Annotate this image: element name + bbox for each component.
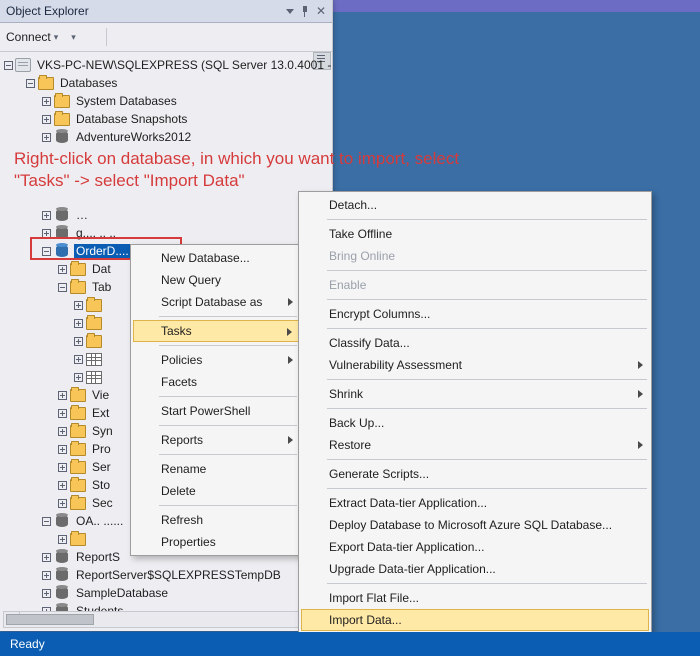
databases-label: Databases <box>58 76 119 90</box>
submenu-arrow-icon <box>288 298 293 306</box>
submenu-arrow-icon <box>638 390 643 398</box>
panel-title-bar[interactable]: Object Explorer ✕ <box>0 0 332 23</box>
collapse-icon[interactable] <box>24 77 36 89</box>
context-menu-item[interactable]: Policies <box>133 349 299 371</box>
tasks-menu-item[interactable]: Restore <box>301 434 649 456</box>
expand-icon[interactable] <box>40 587 52 599</box>
window-position-icon[interactable] <box>286 9 294 14</box>
expand-icon[interactable] <box>56 479 68 491</box>
context-menu-item[interactable]: Tasks <box>133 320 299 342</box>
context-menu-item[interactable]: Facets <box>133 371 299 393</box>
expand-icon[interactable] <box>56 497 68 509</box>
tasks-menu-item[interactable]: Classify Data... <box>301 332 649 354</box>
expand-icon[interactable] <box>40 113 52 125</box>
context-menu-item[interactable]: Rename <box>133 458 299 480</box>
submenu-arrow-icon <box>287 328 292 336</box>
object-explorer-toolbar: Connect ▾ ▾ <box>0 23 332 52</box>
tree-db-adventureworks[interactable]: AdventureWorks2012 <box>4 128 332 146</box>
tree-db-hidden2[interactable]: g.... .. .. <box>4 224 332 242</box>
server-label: VKS-PC-NEW\SQLEXPRESS (SQL Server 13.0.4… <box>35 58 332 72</box>
tasks-menu-item[interactable]: Detach... <box>301 194 649 216</box>
status-bar: Ready <box>0 632 700 656</box>
connect-label: Connect <box>6 30 51 44</box>
submenu-tasks: Detach... Take OfflineBring Online Enable E… <box>298 191 652 656</box>
connect-button[interactable]: Connect ▾ <box>6 30 58 44</box>
expand-icon[interactable] <box>56 407 68 419</box>
status-text: Ready <box>10 637 45 651</box>
selected-db-label: OrderD.... <box>74 244 131 258</box>
horizontal-scrollbar[interactable]: ◂ ▸ <box>3 611 329 628</box>
tasks-menu-item[interactable]: Generate Scripts... <box>301 463 649 485</box>
tasks-menu-item[interactable]: Back Up... <box>301 412 649 434</box>
context-menu-item[interactable]: Reports <box>133 429 299 451</box>
expand-icon[interactable] <box>72 371 84 383</box>
context-menu-item[interactable]: New Database... <box>133 247 299 269</box>
collapse-icon[interactable] <box>4 59 13 71</box>
tasks-menu-item[interactable]: Vulnerability Assessment <box>301 354 649 376</box>
tasks-menu-item[interactable]: Extract Data-tier Application... <box>301 492 649 514</box>
submenu-arrow-icon <box>638 441 643 449</box>
collapse-icon[interactable] <box>40 245 52 257</box>
expand-icon[interactable] <box>56 389 68 401</box>
expand-icon[interactable] <box>72 317 84 329</box>
tasks-menu-item[interactable]: Export Data-tier Application... <box>301 536 649 558</box>
tasks-menu-item[interactable]: Deploy Database to Microsoft Azure SQL D… <box>301 514 649 536</box>
tasks-menu-item[interactable]: Shrink <box>301 383 649 405</box>
tasks-menu-item[interactable]: Encrypt Columns... <box>301 303 649 325</box>
expand-icon[interactable] <box>56 533 68 545</box>
collapse-icon[interactable] <box>56 281 68 293</box>
tree-db-sampledb[interactable]: SampleDatabase <box>4 584 332 602</box>
tasks-menu-item: Enable <box>301 274 649 296</box>
tasks-menu-item[interactable]: Import Data... <box>301 609 649 631</box>
tasks-menu-item[interactable]: Upgrade Data-tier Application... <box>301 558 649 580</box>
context-menu-item[interactable]: Start PowerShell <box>133 400 299 422</box>
context-menu-item[interactable]: Refresh <box>133 509 299 531</box>
title-bar-fragment <box>332 0 700 12</box>
tree-server-node[interactable]: VKS-PC-NEW\SQLEXPRESS (SQL Server 13.0.4… <box>4 56 332 74</box>
context-menu-item[interactable]: Delete <box>133 480 299 502</box>
collapse-icon[interactable] <box>40 515 52 527</box>
expand-icon[interactable] <box>72 335 84 347</box>
tree-databases-node[interactable]: Databases <box>4 74 332 92</box>
annotation-text: Right-click on database, in which you wa… <box>14 148 574 192</box>
panel-title-text: Object Explorer <box>6 4 89 18</box>
expand-icon[interactable] <box>56 443 68 455</box>
context-menu-database: New Database...New QueryScript Database … <box>130 244 302 556</box>
expand-icon[interactable] <box>40 209 52 221</box>
pin-icon[interactable] <box>300 6 310 16</box>
expand-icon[interactable] <box>40 551 52 563</box>
expand-icon[interactable] <box>56 425 68 437</box>
expand-icon[interactable] <box>40 95 52 107</box>
expand-icon[interactable] <box>72 353 84 365</box>
expand-icon[interactable] <box>40 227 52 239</box>
tree-db-reportserver-temp[interactable]: ReportServer$SQLEXPRESSTempDB <box>4 566 332 584</box>
tree-snapshots-node[interactable]: Database Snapshots <box>4 110 332 128</box>
submenu-arrow-icon <box>638 361 643 369</box>
scrollbar-thumb[interactable] <box>6 614 94 625</box>
close-icon[interactable]: ✕ <box>316 4 326 18</box>
expand-icon[interactable] <box>40 569 52 581</box>
tasks-menu-item[interactable]: Take Offline <box>301 223 649 245</box>
tasks-menu-item: Bring Online <box>301 245 649 267</box>
expand-icon[interactable] <box>56 263 68 275</box>
expand-icon[interactable] <box>40 131 52 143</box>
tree-db-hidden1[interactable]: … <box>4 206 332 224</box>
submenu-arrow-icon <box>288 436 293 444</box>
expand-icon[interactable] <box>56 461 68 473</box>
submenu-arrow-icon <box>288 356 293 364</box>
context-menu-item[interactable]: Properties <box>133 531 299 553</box>
tasks-menu-item[interactable]: Import Flat File... <box>301 587 649 609</box>
context-menu-item[interactable]: Script Database as <box>133 291 299 313</box>
connect-plug-icon[interactable]: ▾ <box>68 32 76 43</box>
context-menu-item[interactable]: New Query <box>133 269 299 291</box>
tree-sysdb-node[interactable]: System Databases <box>4 92 332 110</box>
expand-icon[interactable] <box>72 299 84 311</box>
